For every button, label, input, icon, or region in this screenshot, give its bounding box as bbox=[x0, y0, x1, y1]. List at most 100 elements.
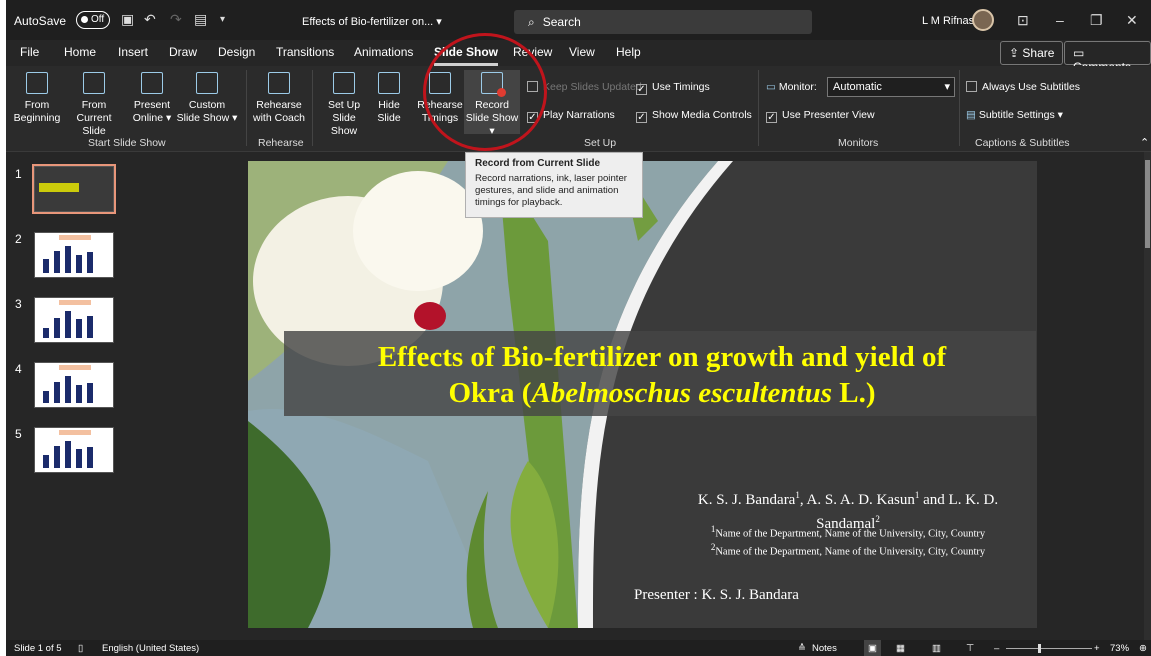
use-timings-label: Use Timings bbox=[652, 81, 710, 93]
tab-transitions[interactable]: Transitions bbox=[276, 45, 334, 59]
zoom-slider[interactable] bbox=[1006, 648, 1092, 649]
customize-qat-icon[interactable]: ▾ bbox=[220, 14, 225, 25]
language-label[interactable]: English (United States) bbox=[102, 640, 199, 656]
monitor-label-wrap: ▭ Monitor: bbox=[766, 81, 817, 93]
chevron-down-icon: ▾ bbox=[944, 81, 950, 93]
zoom-slider-thumb[interactable] bbox=[1038, 644, 1041, 653]
accessibility-icon[interactable]: ▯ bbox=[78, 640, 83, 656]
author-name: and L. K. D. bbox=[919, 492, 999, 508]
reading-view-icon[interactable]: ▥ bbox=[932, 640, 941, 656]
subtitle-settings-label: Subtitle Settings ▾ bbox=[978, 109, 1063, 121]
checkbox-icon bbox=[966, 81, 977, 92]
notes-icon: ≙ bbox=[798, 643, 806, 654]
setup-show-button[interactable]: Set Up Slide Show bbox=[318, 72, 370, 138]
slide-number: 4 bbox=[15, 362, 22, 376]
start-from-beginning-icon[interactable]: ▤ bbox=[194, 11, 207, 28]
notes-button[interactable]: Notes bbox=[812, 640, 837, 656]
rehearse-coach-button[interactable]: Rehearse with Coach bbox=[252, 72, 306, 125]
slide-number: 2 bbox=[15, 232, 22, 246]
group-captions: Captions & Subtitles bbox=[975, 137, 1070, 149]
tab-help[interactable]: Help bbox=[616, 45, 641, 59]
rehearse-coach-label: Rehearse with Coach bbox=[253, 99, 305, 124]
tab-view[interactable]: View bbox=[569, 45, 595, 59]
affiliations-text[interactable]: 1Name of the Department, Name of the Uni… bbox=[653, 523, 1037, 558]
tab-insert[interactable]: Insert bbox=[118, 45, 148, 59]
comments-button[interactable]: ▭ Comments bbox=[1064, 41, 1151, 74]
slide-show-icon[interactable]: ⊤ bbox=[966, 640, 974, 656]
autosave-label: AutoSave bbox=[14, 14, 67, 28]
undo-icon[interactable]: ↶ bbox=[144, 11, 156, 28]
group-monitors: Monitors bbox=[838, 137, 879, 149]
zoom-in-icon[interactable]: + bbox=[1094, 640, 1100, 656]
minimize-icon[interactable]: – bbox=[1056, 12, 1064, 28]
use-timings-checkbox[interactable]: ✓ Use Timings bbox=[636, 81, 710, 95]
slide-sorter-icon[interactable]: ▦ bbox=[896, 640, 905, 656]
slide-thumbnail-1[interactable] bbox=[32, 164, 116, 214]
title-text: Okra ( bbox=[448, 377, 532, 409]
from-beginning-button[interactable]: From Beginning bbox=[12, 72, 62, 125]
slide-title[interactable]: Effects of Bio-fertilizer on growth and … bbox=[288, 339, 1036, 411]
monitor-label: Monitor: bbox=[778, 81, 817, 93]
from-current-label: From Current Slide bbox=[76, 99, 112, 137]
autosave-toggle[interactable]: Off bbox=[76, 11, 110, 29]
tab-design[interactable]: Design bbox=[218, 45, 255, 59]
slide-canvas[interactable]: Effects of Bio-fertilizer on growth and … bbox=[248, 161, 1037, 628]
presenter-view-checkbox[interactable]: ✓ Use Presenter View bbox=[766, 109, 875, 123]
subtitle-icon: ▤ bbox=[966, 109, 979, 121]
tab-home[interactable]: Home bbox=[64, 45, 96, 59]
setup-show-label: Set Up Slide Show bbox=[327, 99, 361, 137]
scrollbar-thumb[interactable] bbox=[1145, 160, 1150, 248]
slide-thumbnail-5[interactable] bbox=[34, 427, 114, 473]
tab-draw[interactable]: Draw bbox=[169, 45, 197, 59]
slide-thumbnail-4[interactable] bbox=[34, 362, 114, 408]
search-box[interactable]: ⌕ Search bbox=[514, 10, 812, 34]
zoom-out-icon[interactable]: – bbox=[994, 640, 999, 656]
tooltip: Record from Current Slide Record narratio… bbox=[465, 152, 643, 218]
share-button[interactable]: ⇪ Share bbox=[1000, 41, 1064, 65]
fit-slide-icon[interactable]: ⊕ bbox=[1139, 640, 1147, 656]
check-icon: ✓ bbox=[636, 84, 647, 95]
highlight-circle bbox=[423, 33, 547, 151]
powerpoint-window: AutoSave Off ▣ ↶ ↷ ▤ ▾ Effects of Bio-fe… bbox=[6, 0, 1151, 656]
subtitle-settings-button[interactable]: ▤ Subtitle Settings ▾ bbox=[966, 109, 1063, 121]
show-media-checkbox[interactable]: ✓ Show Media Controls bbox=[636, 109, 752, 123]
maximize-icon[interactable]: ❐ bbox=[1090, 12, 1103, 29]
presenter-text[interactable]: Presenter : K. S. J. Bandara bbox=[634, 587, 799, 604]
normal-view-icon[interactable]: ▣ bbox=[864, 640, 881, 656]
save-icon[interactable]: ▣ bbox=[121, 11, 134, 28]
slide-thumbnail-2[interactable] bbox=[34, 232, 114, 278]
document-title[interactable]: Effects of Bio-fertilizer on... ▾ bbox=[302, 15, 442, 28]
tab-animations[interactable]: Animations bbox=[354, 45, 413, 59]
slide-number: 3 bbox=[15, 297, 22, 311]
vertical-scrollbar[interactable] bbox=[1144, 152, 1151, 640]
zoom-level[interactable]: 73% bbox=[1110, 640, 1129, 656]
search-label: Search bbox=[542, 15, 581, 29]
slide-thumbnail-3[interactable] bbox=[34, 297, 114, 343]
tooltip-body: Record narrations, ink, laser pointer ge… bbox=[475, 173, 627, 208]
slide-counter[interactable]: Slide 1 of 5 bbox=[14, 640, 62, 656]
close-icon[interactable]: ✕ bbox=[1126, 12, 1138, 29]
divider bbox=[246, 70, 247, 146]
slide-thumbnails-panel: 1 2 3 4 5 bbox=[6, 152, 136, 640]
tooltip-title: Record from Current Slide bbox=[475, 158, 601, 169]
globe-icon bbox=[141, 72, 163, 94]
setup-icon bbox=[333, 72, 355, 94]
redo-icon[interactable]: ↷ bbox=[170, 11, 182, 28]
group-setup: Set Up bbox=[584, 137, 617, 149]
current-slide-icon bbox=[83, 72, 105, 94]
always-subtitles-checkbox[interactable]: Always Use Subtitles bbox=[966, 81, 1080, 93]
avatar[interactable] bbox=[972, 9, 994, 31]
monitor-select[interactable]: Automatic ▾ bbox=[827, 77, 955, 97]
tab-file[interactable]: File bbox=[20, 45, 39, 59]
from-current-button[interactable]: From Current Slide bbox=[64, 72, 124, 138]
hide-slide-button[interactable]: Hide Slide bbox=[372, 72, 406, 125]
title-text: L.) bbox=[832, 377, 876, 409]
user-name[interactable]: L M Rifnas bbox=[922, 15, 974, 27]
custom-show-button[interactable]: Custom Slide Show ▾ bbox=[176, 72, 238, 125]
ribbon-display-icon[interactable]: ⊡ bbox=[1017, 12, 1029, 29]
collapse-ribbon-icon[interactable]: ⌃ bbox=[1140, 136, 1149, 149]
divider bbox=[959, 70, 960, 146]
present-online-button[interactable]: Present Online ▾ bbox=[130, 72, 174, 125]
share-icon: ⇪ bbox=[1009, 46, 1023, 60]
affiliation-2: Name of the Department, Name of the Univ… bbox=[715, 546, 986, 557]
